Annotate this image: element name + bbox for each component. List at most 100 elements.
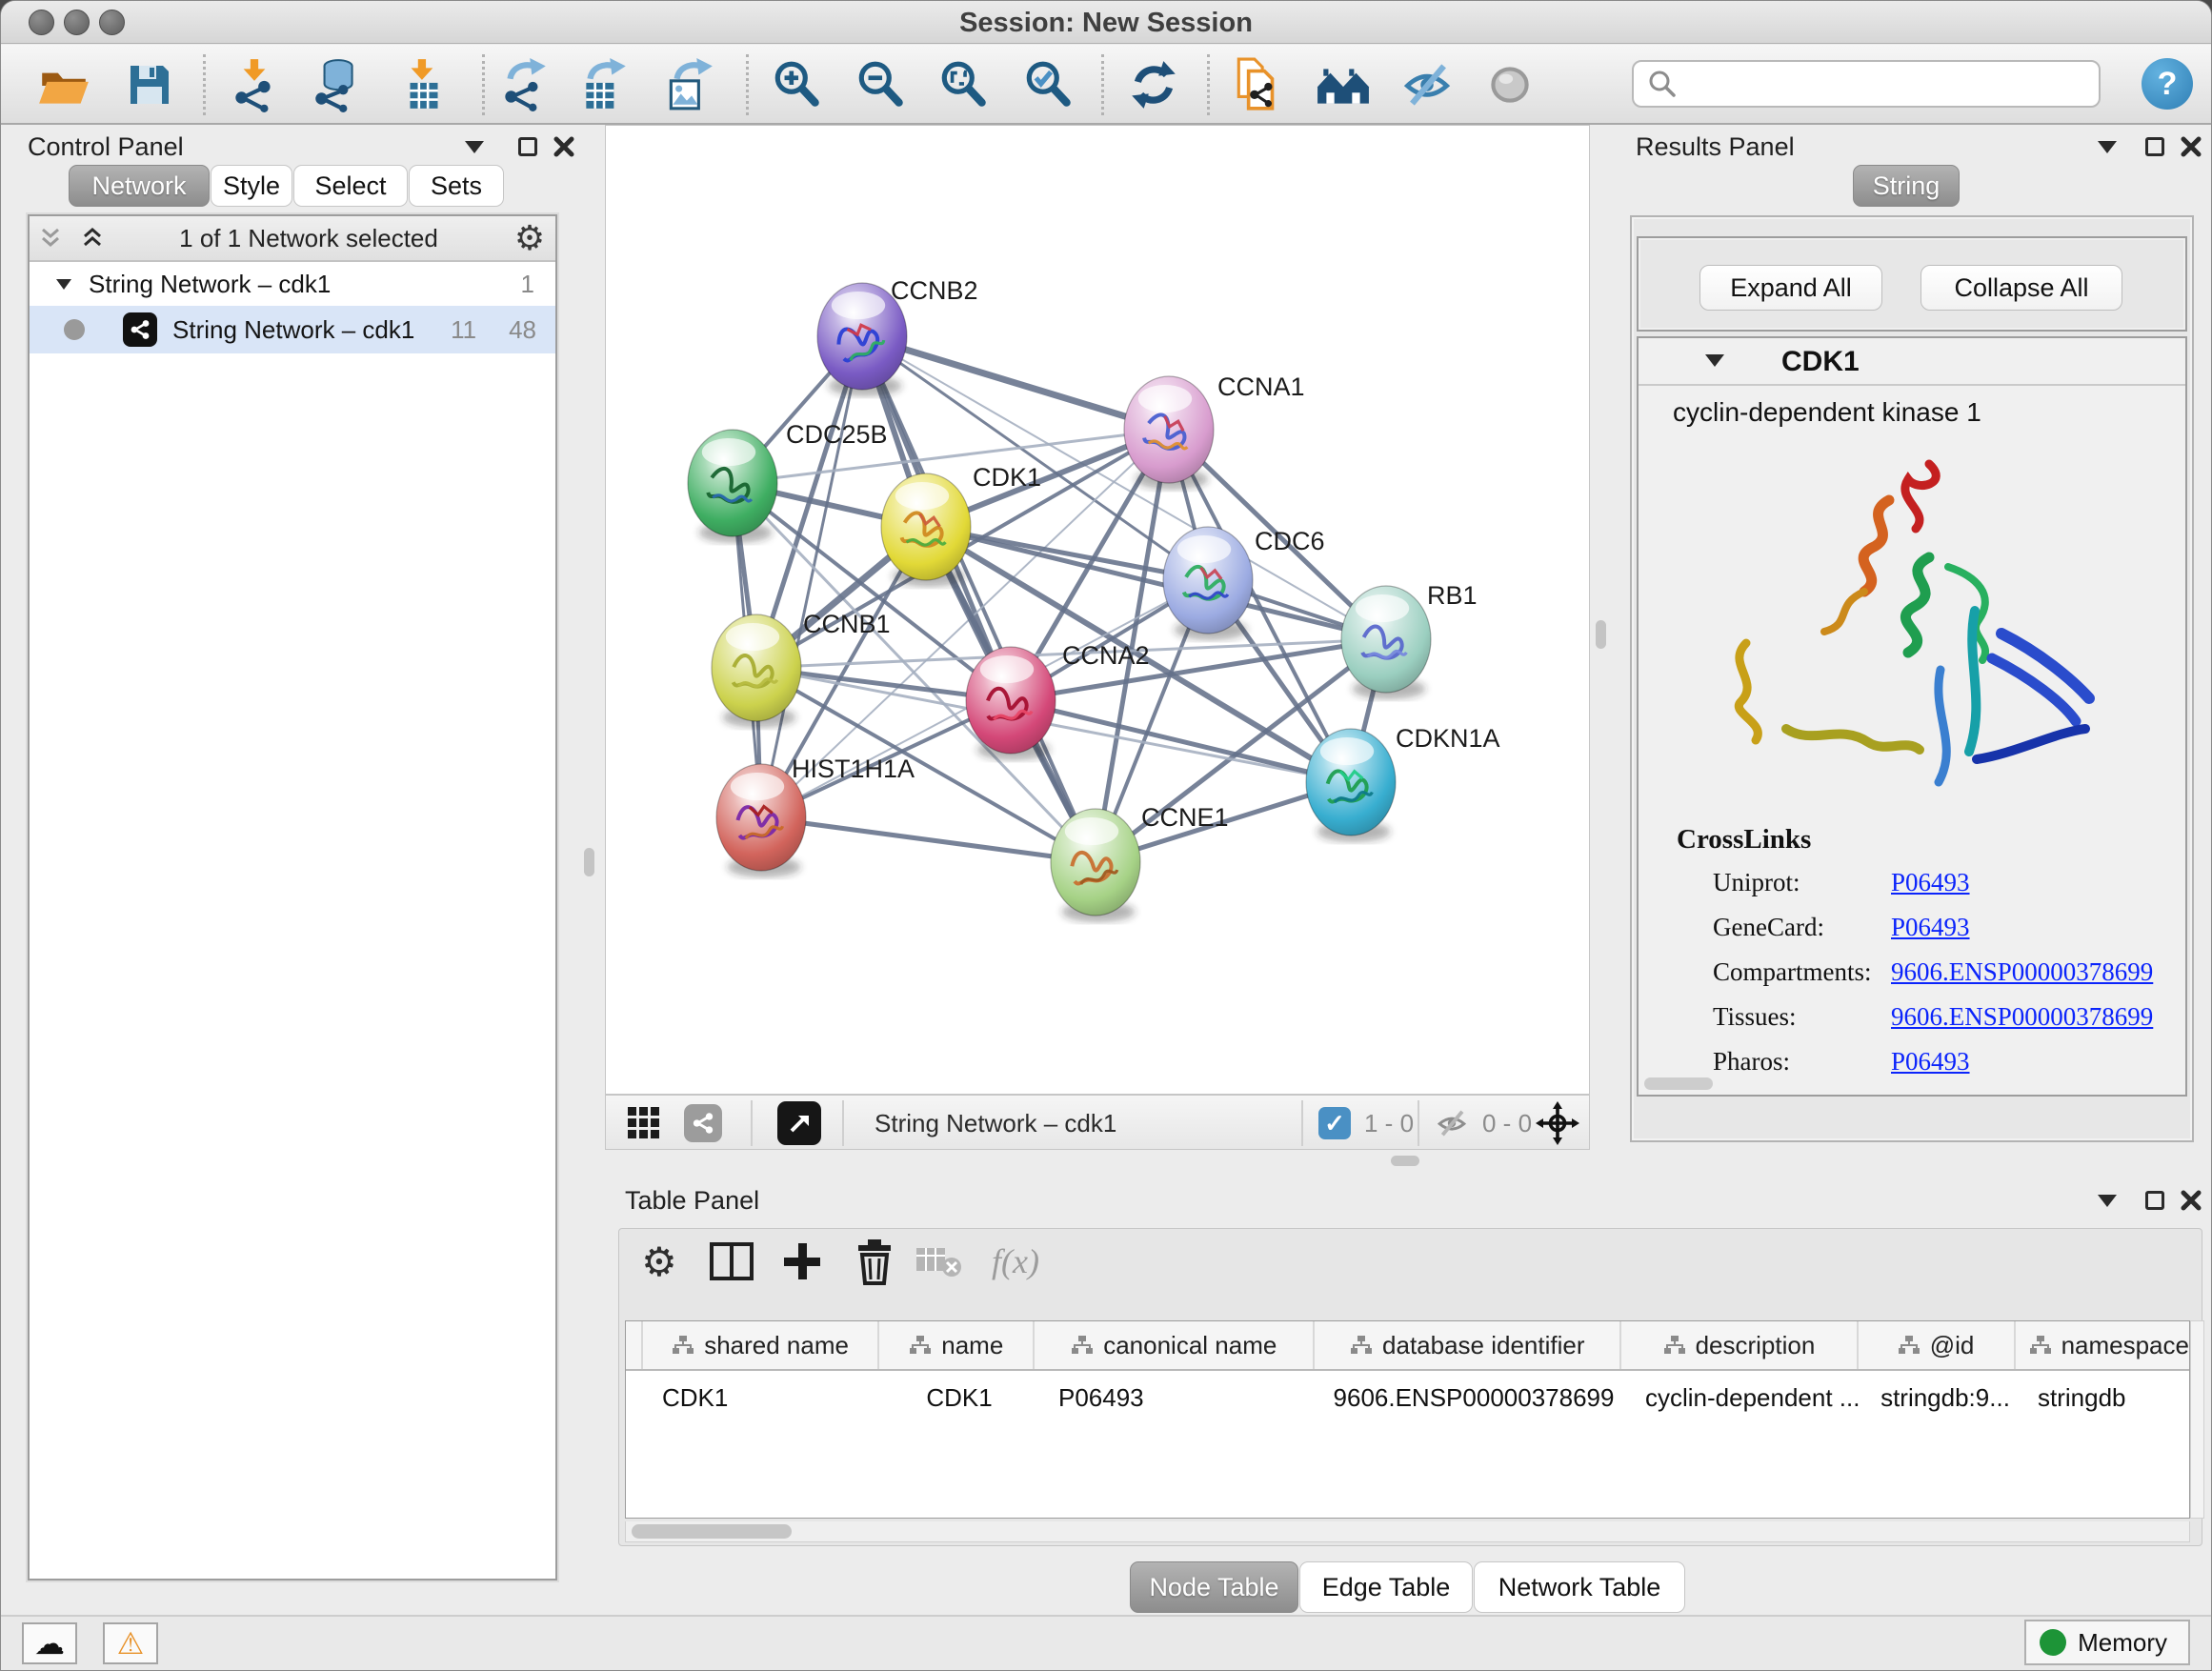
network-edge-CCNB2-CCNA1[interactable] [862,336,1169,430]
collapse-entry-icon[interactable] [1705,354,1724,367]
export-network-button[interactable] [495,56,553,113]
tab-network-table[interactable]: Network Table [1474,1561,1685,1613]
results-panel-collapse-button[interactable] [2093,134,2122,159]
table-panel-close-button[interactable] [2177,1188,2205,1213]
tab-sets[interactable]: Sets [409,165,504,207]
import-table-from-file-button[interactable] [395,56,452,113]
warnings-button[interactable]: ⚠ [103,1622,158,1664]
tab-node-table[interactable]: Node Table [1130,1561,1298,1613]
crosslink-tissues[interactable]: 9606.ENSP00000378699 [1891,1002,2153,1032]
control-panel-close-button[interactable] [550,134,578,159]
zoom-selected-button[interactable] [1020,56,1077,113]
results-panel-close-button[interactable] [2177,134,2205,159]
scrollbar-thumb[interactable] [632,1524,792,1539]
import-network-from-database-button[interactable] [308,56,365,113]
crosslink-pharos[interactable]: P06493 [1891,1047,1970,1077]
node-label-CDC6: CDC6 [1255,527,1325,555]
crosslink-genecard[interactable]: P06493 [1891,913,1970,942]
search-input[interactable] [1681,65,2099,103]
network-node-RB1[interactable]: RB1 [1341,581,1478,699]
cloud-icon: ☁ [34,1625,65,1661]
show-columns-button[interactable] [702,1232,761,1291]
network-node-CDKN1A[interactable]: CDKN1A [1306,724,1500,842]
crosslink-uniprot[interactable]: P06493 [1891,868,1970,897]
refresh-view-button[interactable] [1125,56,1182,113]
cloud-services-button[interactable]: ☁ [22,1622,77,1664]
collapse-all-networks-button[interactable] [30,226,71,251]
column-header-id[interactable]: @id [1859,1321,2016,1369]
import-network-from-file-button[interactable] [226,56,283,113]
help-button[interactable]: ? [2142,58,2193,110]
column-header-name[interactable]: name [879,1321,1035,1369]
cell-namespace[interactable]: stringdb [2024,1373,2189,1422]
tree-expander-icon[interactable] [56,279,71,290]
cell-name[interactable]: CDK1 [881,1373,1037,1422]
network-options-button[interactable]: ⚙ [504,226,555,251]
table-options-button[interactable]: ⚙ [630,1232,689,1291]
network-canvas[interactable]: CCNB2CCNA1CDC25BCDK1CDC6RB1CCNB1CCNA2CDK… [605,125,1590,1095]
clone-network-button[interactable] [1230,56,1287,113]
tab-string[interactable]: String [1853,165,1960,207]
network-node-CDC6[interactable]: CDC6 [1163,527,1325,640]
hide-selected-button[interactable] [1398,56,1456,113]
tab-edge-table[interactable]: Edge Table [1299,1561,1473,1613]
home-view-button[interactable] [1315,56,1372,113]
column-header-namespace[interactable]: namespace [2016,1321,2189,1369]
left-splitter-handle[interactable] [584,848,594,876]
table-panel-collapse-button[interactable] [2093,1188,2122,1213]
table-row[interactable]: CDK1 CDK1 P06493 9606.ENSP00000378699 cy… [626,1373,2189,1422]
delete-column-button[interactable] [845,1232,904,1291]
expand-all-button[interactable]: Expand All [1699,265,1882,311]
column-header-description[interactable]: description [1621,1321,1858,1369]
show-grid-button[interactable] [625,1102,663,1144]
column-header-canonical-name[interactable]: canonical name [1035,1321,1315,1369]
network-view-type-button[interactable] [684,1102,722,1144]
control-panel-float-button[interactable] [513,134,542,159]
zoom-fit-content-button[interactable] [935,56,993,113]
export-table-button[interactable] [575,56,633,113]
results-panel-float-button[interactable] [2141,134,2169,159]
cell-database-identifier[interactable]: 9606.ENSP00000378699 [1319,1373,1628,1422]
network-node-CCNE1[interactable]: CCNE1 [1051,803,1229,922]
zoom-out-button[interactable] [853,56,910,113]
bottom-splitter-handle[interactable] [1391,1156,1419,1166]
crosslink-compartments[interactable]: 9606.ENSP00000378699 [1891,957,2153,987]
zoom-in-button[interactable] [769,56,826,113]
cell-id[interactable]: stringdb:9... [1866,1373,2024,1422]
network-edge-HIST1H1A-CCNE1[interactable] [761,817,1096,862]
cell-description[interactable]: cyclin-dependent ... [1628,1373,1866,1422]
right-splitter-handle[interactable] [1596,620,1606,649]
network-node-HIST1H1A[interactable]: HIST1H1A [716,755,915,877]
column-header-database-identifier[interactable]: database identifier [1315,1321,1621,1369]
network-row-selected[interactable]: String Network – cdk1 11 48 [30,306,555,353]
control-panel-collapse-button[interactable] [460,134,489,159]
export-image-button[interactable] [660,56,717,113]
eye-disabled-icon [1482,57,1538,112]
horizontal-scrollbar-thumb[interactable] [1644,1077,1713,1090]
open-session-button[interactable] [35,56,92,113]
table-vertical-scrollbar[interactable] [2190,1320,2204,1519]
cell-canonical-name[interactable]: P06493 [1037,1373,1319,1422]
network-collection-row[interactable]: String Network – cdk1 1 [30,262,555,306]
network-node-CCNB2[interactable]: CCNB2 [817,276,978,396]
cell-shared-name[interactable]: CDK1 [643,1373,881,1422]
column-header-shared-name[interactable]: shared name [643,1321,879,1369]
network-edge-CCNB2-HIST1H1A[interactable] [761,336,862,817]
tab-style[interactable]: Style [211,165,292,207]
create-column-button[interactable] [773,1232,832,1291]
network-node-CDK1[interactable]: CDK1 [881,463,1041,587]
expand-all-networks-button[interactable] [71,226,113,251]
table-horizontal-scrollbar[interactable] [625,1521,2190,1542]
memory-button[interactable]: Memory [2024,1620,2190,1665]
selected-checkbox-icon[interactable]: ✓ [1318,1107,1351,1139]
tab-select[interactable]: Select [293,165,408,207]
pan-mode-button[interactable] [1536,1102,1579,1144]
table-panel-float-button[interactable] [2141,1188,2169,1213]
show-all-button[interactable] [1481,56,1538,113]
cdk1-card-header[interactable]: CDK1 [1639,338,2185,386]
collapse-all-button[interactable]: Collapse All [1920,265,2122,311]
network-edge-CCNB2-CCNE1[interactable] [862,336,1096,862]
save-session-button[interactable] [121,56,178,113]
tab-network[interactable]: Network [69,165,210,207]
birds-eye-view-button[interactable] [777,1102,821,1144]
